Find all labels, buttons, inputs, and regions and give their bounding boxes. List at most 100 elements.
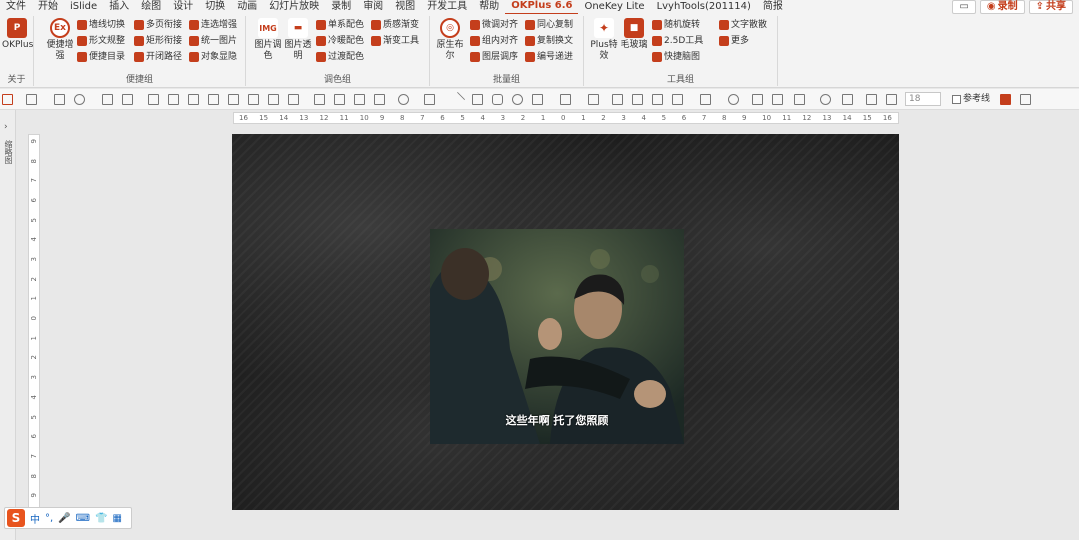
okplus-quick-icon[interactable] <box>1000 94 1011 105</box>
send-back-icon[interactable] <box>374 94 385 105</box>
overflow-chevron-icon[interactable] <box>1044 94 1055 105</box>
font-increase-icon[interactable] <box>866 94 877 105</box>
shapes-icon[interactable] <box>532 94 543 105</box>
menu-transition[interactable]: 切换 <box>199 0 231 14</box>
menu-onekey[interactable]: OneKey Lite <box>578 0 650 14</box>
ime-mode-toggle[interactable]: 中 <box>30 511 40 526</box>
rect-join-button[interactable]: 矩形衔接 <box>134 34 182 48</box>
sogou-logo-icon[interactable]: S <box>7 509 25 527</box>
align-top-icon[interactable] <box>168 94 179 105</box>
copy-replace-text-button[interactable]: 复制换文 <box>525 34 573 48</box>
image-transparent-button[interactable]: ▬ 图片透明 <box>283 18 313 62</box>
align-center-icon[interactable] <box>188 94 199 105</box>
menu-record[interactable]: 录制 <box>325 0 357 14</box>
open-close-path-button[interactable]: 开闭路径 <box>134 50 182 64</box>
warm-cool-button[interactable]: 冷暖配色 <box>316 34 364 48</box>
more-button[interactable]: 更多 <box>719 34 749 48</box>
line-icon[interactable] <box>449 91 466 108</box>
font-size-combo[interactable]: 18 <box>905 92 941 106</box>
okplus-button[interactable]: P OKPlus <box>2 18 33 51</box>
menu-file[interactable]: 文件 <box>0 0 32 14</box>
undo-icon[interactable] <box>74 94 85 105</box>
record-button[interactable]: ◉ 录制 <box>979 0 1025 14</box>
picture-icon[interactable] <box>652 94 663 105</box>
multipage-join-button[interactable]: 多页衔接 <box>134 18 182 32</box>
fine-align-button[interactable]: 微调对齐 <box>470 18 518 32</box>
quick-toc-button[interactable]: 便捷目录 <box>77 50 125 64</box>
wall-switch-button[interactable]: 墙线切换 <box>77 18 125 32</box>
quick-mindmap-button[interactable]: 快捷脑图 <box>652 50 700 64</box>
save-icon[interactable] <box>54 94 65 105</box>
chart-icon[interactable] <box>700 94 711 105</box>
shape-fill-icon[interactable] <box>424 94 435 105</box>
mono-color-button[interactable]: 单系配色 <box>316 18 364 32</box>
transition-color-button[interactable]: 过渡配色 <box>316 50 364 64</box>
menu-islide[interactable]: iSlide <box>64 0 103 14</box>
ellipse-icon[interactable] <box>512 94 523 105</box>
color-picker-icon[interactable] <box>2 94 13 105</box>
brush-icon[interactable] <box>588 94 599 105</box>
menu-developer[interactable]: 开发工具 <box>421 0 473 14</box>
distribute-h-icon[interactable] <box>248 94 259 105</box>
menu-slideshow[interactable]: 幻灯片放映 <box>263 0 325 14</box>
menu-draw[interactable]: 绘图 <box>135 0 167 14</box>
gradient-tool-button[interactable]: 渐变工具 <box>371 34 419 48</box>
text-scatter-button[interactable]: 文字散散 <box>719 18 767 32</box>
menu-okplus[interactable]: OKPlus 6.6 <box>505 0 579 15</box>
native-boolean-button[interactable]: ◎ 原生布尔 <box>435 18 465 62</box>
shape-union-icon[interactable] <box>398 94 409 105</box>
plus-effects-button[interactable]: ✦ Plus特效 <box>589 18 619 62</box>
same-size-icon[interactable] <box>288 94 299 105</box>
picture-adjust-icon[interactable] <box>672 94 683 105</box>
font-decrease-icon[interactable] <box>886 94 897 105</box>
menu-design[interactable]: 设计 <box>167 0 199 14</box>
guides-checkbox[interactable]: 参考线 <box>952 92 990 106</box>
menu-review[interactable]: 审阅 <box>357 0 389 14</box>
menu-view[interactable]: 视图 <box>389 0 421 14</box>
concentric-copy-button[interactable]: 同心复制 <box>525 18 573 32</box>
close-box-icon[interactable] <box>122 94 133 105</box>
frosted-glass-button[interactable]: ■ 毛玻璃 <box>619 18 649 51</box>
align-left-icon[interactable] <box>148 94 159 105</box>
crop-icon[interactable] <box>632 94 643 105</box>
rectangle-icon[interactable] <box>472 94 483 105</box>
text-color-icon[interactable] <box>1020 94 1031 105</box>
group-icon[interactable] <box>314 94 325 105</box>
group-align-button[interactable]: 组内对齐 <box>470 34 518 48</box>
slide-canvas[interactable]: 这些年啊 托了您照顾 <box>232 134 899 510</box>
menu-help[interactable]: 帮助 <box>473 0 505 14</box>
format-painter-icon[interactable] <box>26 94 37 105</box>
random-rotate-button[interactable]: 随机旋转 <box>652 18 700 32</box>
slide-icon[interactable] <box>102 94 113 105</box>
pen-icon[interactable] <box>752 94 763 105</box>
target-icon[interactable] <box>820 94 831 105</box>
layer-order-button[interactable]: 图层调序 <box>470 50 518 64</box>
menu-briefing[interactable]: 简报 <box>757 0 789 14</box>
ime-mic-icon[interactable]: 🎤 <box>58 513 70 524</box>
text-box-icon[interactable] <box>842 94 853 105</box>
align-right-icon[interactable] <box>208 94 219 105</box>
highlighter-icon[interactable] <box>772 94 783 105</box>
ime-punctuation-icon[interactable]: °, <box>45 513 53 524</box>
image-icon[interactable] <box>612 94 623 105</box>
menu-animation[interactable]: 动画 <box>231 0 263 14</box>
number-increment-button[interactable]: 编号递进 <box>525 50 573 64</box>
unify-image-button[interactable]: 统一图片 <box>189 34 237 48</box>
fill-bucket-icon[interactable] <box>794 94 805 105</box>
share-button[interactable]: ⇪ 共享 <box>1028 0 1073 14</box>
spiral-icon[interactable] <box>728 94 739 105</box>
ime-skin-icon[interactable]: 👕 <box>95 513 107 524</box>
texture-gradient-button[interactable]: 质感渐变 <box>371 18 419 32</box>
iso-25d-button[interactable]: 2.5D工具 <box>652 34 703 48</box>
ime-toolbox-icon[interactable]: ▦ <box>113 513 122 524</box>
ungroup-icon[interactable] <box>334 94 345 105</box>
video-frame[interactable]: 这些年啊 托了您照顾 <box>430 229 684 444</box>
menu-insert[interactable]: 插入 <box>103 0 135 14</box>
connector-icon[interactable] <box>560 94 571 105</box>
shape-text-button[interactable]: 形文规整 <box>77 34 125 48</box>
multi-select-button[interactable]: 连选增强 <box>189 18 237 32</box>
rounded-rect-icon[interactable] <box>492 94 503 105</box>
align-bottom-icon[interactable] <box>228 94 239 105</box>
object-visibility-button[interactable]: 对象显隐 <box>189 50 237 64</box>
menu-home[interactable]: 开始 <box>32 0 64 14</box>
